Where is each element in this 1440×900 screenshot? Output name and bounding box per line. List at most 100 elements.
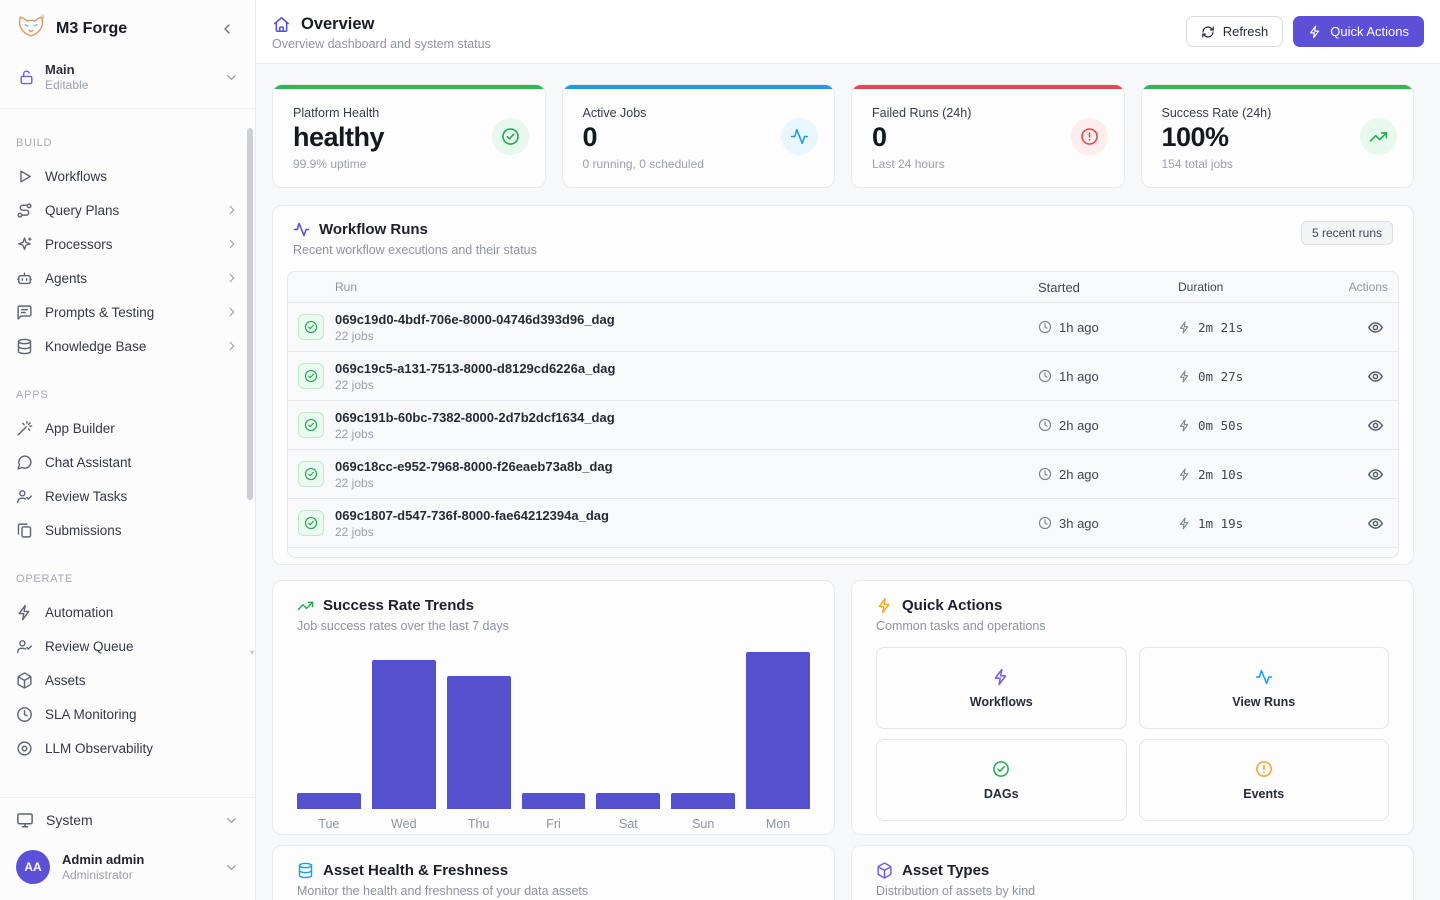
run-name: 069c191b-60bc-7382-8000-2d7b2dcf1634_dag [335,410,615,425]
user-check-icon [16,488,33,505]
chevron-left-icon [219,21,235,37]
chevron-right-icon [225,203,239,217]
sidebar-item-app-builder[interactable]: App Builder [0,411,255,445]
eye-icon [1367,368,1384,385]
bar-label: Sat [596,817,660,831]
nav-section-build: BUILDWorkflowsQuery PlansProcessorsAgent… [0,137,255,363]
sidebar-item-workflows[interactable]: Workflows [0,159,255,193]
sidebar-item-processors[interactable]: Processors [0,227,255,261]
user-menu[interactable]: AA Admin admin Administrator [0,842,255,900]
clock-icon [1038,320,1052,334]
collapse-sidebar-button[interactable] [215,17,239,41]
sidebar-item-agents[interactable]: Agents [0,261,255,295]
check-circle-icon [304,516,318,530]
quick-action-view-runs[interactable]: View Runs [1139,647,1390,729]
table-row[interactable]: 069c18cc-e952-7968-8000-f26eaeb73a8b_dag… [288,449,1398,498]
quick-actions-button[interactable]: Quick Actions [1293,16,1424,47]
sidebar-item-assets[interactable]: Assets [0,663,255,697]
zap-icon [1178,468,1191,481]
run-started: 2h ago [1059,418,1099,433]
asset-health-subtitle: Monitor the health and freshness of your… [297,884,810,898]
table-row[interactable]: 069c19c5-a131-7513-8000-d8129cd6226a_dag… [288,351,1398,400]
bar-chart-labels: TueWedThuFriSatSunMon [297,817,810,831]
sidebar-item-prompts-testing[interactable]: Prompts & Testing [0,295,255,329]
run-jobs: 22 jobs [335,329,615,343]
refresh-button[interactable]: Refresh [1186,16,1284,47]
nav-section-label: OPERATE [0,573,255,585]
chevron-down-icon [224,813,239,828]
chevron-down-icon [224,860,239,875]
workflow-runs-subtitle: Recent workflow executions and their sta… [293,243,537,257]
asset-types-title: Asset Types [902,862,989,879]
clock-icon [16,706,33,723]
quick-action-events[interactable]: Events [1139,739,1390,821]
bar-label: Fri [522,817,586,831]
view-run-button[interactable] [1363,364,1388,389]
sidebar-item-sla-monitoring[interactable]: SLA Monitoring [0,697,255,731]
run-name: 069c19c5-a131-7513-8000-d8129cd6226a_dag [335,361,615,376]
check-circle-icon [304,418,318,432]
stat-card-success-rate-24h: Success Rate (24h)100%154 total jobs [1141,84,1415,188]
stat-value: 0 [583,122,815,153]
table-row[interactable]: 069c191b-60bc-7382-8000-2d7b2dcf1634_dag… [288,400,1398,449]
chevron-right-icon [225,305,239,319]
bar-fri [522,793,586,809]
activity-icon [790,127,809,146]
chevron-down-icon [224,70,239,85]
sidebar-item-review-queue[interactable]: Review Queue [0,629,255,663]
run-jobs: 22 jobs [335,476,613,490]
database-icon [16,338,33,355]
stat-card-failed-runs-24h: Failed Runs (24h)0Last 24 hours [851,84,1125,188]
view-run-button[interactable] [1363,315,1388,340]
view-run-button[interactable] [1363,462,1388,487]
sidebar-item-llm-observability[interactable]: LLM Observability [0,731,255,765]
sidebar-item-query-plans[interactable]: Query Plans [0,193,255,227]
app-title: M3 Forge [56,20,207,38]
sidebar-scrollbar[interactable] [247,128,253,788]
stat-sub: 99.9% uptime [293,157,525,171]
sidebar-item-knowledge-base[interactable]: Knowledge Base [0,329,255,363]
eye-icon [1367,515,1384,532]
quick-actions-grid: WorkflowsView RunsDAGsEvents [876,647,1389,821]
sidebar-item-automation[interactable]: Automation [0,595,255,629]
sidebar-item-review-tasks[interactable]: Review Tasks [0,479,255,513]
runs-table: RunStartedDurationActions069c19d0-4bdf-7… [287,271,1399,558]
run-duration: 0m 27s [1198,369,1243,384]
run-duration: 2m 21s [1198,320,1243,335]
fox-logo-icon: 3 [14,12,48,46]
workspace-selector[interactable]: Main Editable [0,52,255,108]
table-row[interactable]: 069c19d0-4bdf-706e-8000-04746d393d96_dag… [288,302,1398,351]
asset-types-subtitle: Distribution of assets by kind [876,884,1389,898]
stats-row: Platform Healthhealthy99.9% uptimeActive… [272,84,1414,188]
quick-action-dags[interactable]: DAGs [876,739,1127,821]
quick-action-workflows[interactable]: Workflows [876,647,1127,729]
sidebar-item-system[interactable]: System [0,798,255,842]
stat-value: 0 [872,122,1104,153]
package-icon [876,862,893,879]
page-title: Overview [301,15,374,34]
run-jobs: 22 jobs [335,525,609,539]
stat-accent-bar [273,85,545,89]
eye-icon [1367,466,1384,483]
sidebar: 3 M3 Forge Main Editable BUILDWorkflowsQ… [0,0,256,900]
monitor-icon [16,811,34,829]
view-run-button[interactable] [1363,413,1388,438]
view-run-button[interactable] [1363,511,1388,536]
run-status-success-icon [298,412,324,438]
table-footer [288,547,1398,557]
sidebar-scrollbar-thumb[interactable] [247,128,253,500]
run-status-success-icon [298,510,324,536]
sidebar-item-chat-assistant[interactable]: Chat Assistant [0,445,255,479]
table-header: RunStartedDurationActions [288,272,1398,302]
refresh-icon [1201,25,1215,39]
table-row[interactable]: 069c1807-d547-736f-8000-fae64212394a_dag… [288,498,1398,547]
run-started: 2h ago [1059,467,1099,482]
workspace-status: Editable [45,78,214,92]
alert-circle-icon [1080,127,1099,146]
sidebar-item-submissions[interactable]: Submissions [0,513,255,547]
home-icon [272,15,291,34]
sidebar-nav: BUILDWorkflowsQuery PlansProcessorsAgent… [0,109,255,797]
bar-label: Tue [297,817,361,831]
workspace-name: Main [45,62,214,77]
zap-icon [1178,419,1191,432]
